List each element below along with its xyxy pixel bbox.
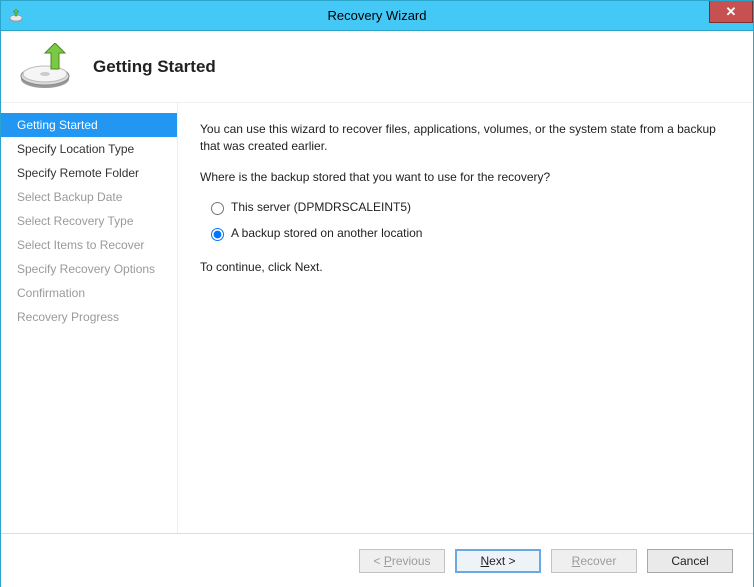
label-another-location: A backup stored on another location	[231, 226, 422, 240]
close-button[interactable]: ✕	[709, 1, 753, 23]
cancel-button[interactable]: Cancel	[647, 549, 733, 573]
step-specify-remote-folder[interactable]: Specify Remote Folder	[1, 161, 177, 185]
step-recovery-progress: Recovery Progress	[1, 305, 177, 329]
wizard-header: Getting Started	[1, 31, 753, 103]
radio-this-server[interactable]	[211, 202, 224, 215]
radio-another-location[interactable]	[211, 228, 224, 241]
wizard-body: Getting StartedSpecify Location TypeSpec…	[1, 103, 753, 533]
step-confirmation: Confirmation	[1, 281, 177, 305]
label-this-server: This server (DPMDRSCALEINT5)	[231, 200, 411, 214]
step-specify-recovery-options: Specify Recovery Options	[1, 257, 177, 281]
wizard-footer: < Previous Next > Recover Cancel	[1, 533, 753, 587]
next-button[interactable]: Next >	[455, 549, 541, 573]
question-text: Where is the backup stored that you want…	[200, 169, 731, 186]
previous-button[interactable]: < Previous	[359, 549, 445, 573]
option-this-server[interactable]: This server (DPMDRSCALEINT5)	[206, 199, 731, 215]
intro-text: You can use this wizard to recover files…	[200, 121, 731, 155]
page-title: Getting Started	[93, 57, 216, 77]
content-panel: You can use this wizard to recover files…	[177, 103, 753, 533]
titlebar: Recovery Wizard ✕	[1, 1, 753, 31]
window-title: Recovery Wizard	[1, 8, 753, 23]
recover-button[interactable]: Recover	[551, 549, 637, 573]
app-icon	[7, 7, 25, 25]
continue-hint: To continue, click Next.	[200, 259, 731, 276]
step-select-recovery-type: Select Recovery Type	[1, 209, 177, 233]
steps-sidebar: Getting StartedSpecify Location TypeSpec…	[1, 103, 177, 533]
step-specify-location-type[interactable]: Specify Location Type	[1, 137, 177, 161]
recovery-icon	[17, 43, 77, 91]
step-select-items-to-recover: Select Items to Recover	[1, 233, 177, 257]
step-select-backup-date: Select Backup Date	[1, 185, 177, 209]
step-getting-started[interactable]: Getting Started	[1, 113, 177, 137]
option-another-location[interactable]: A backup stored on another location	[206, 225, 731, 241]
